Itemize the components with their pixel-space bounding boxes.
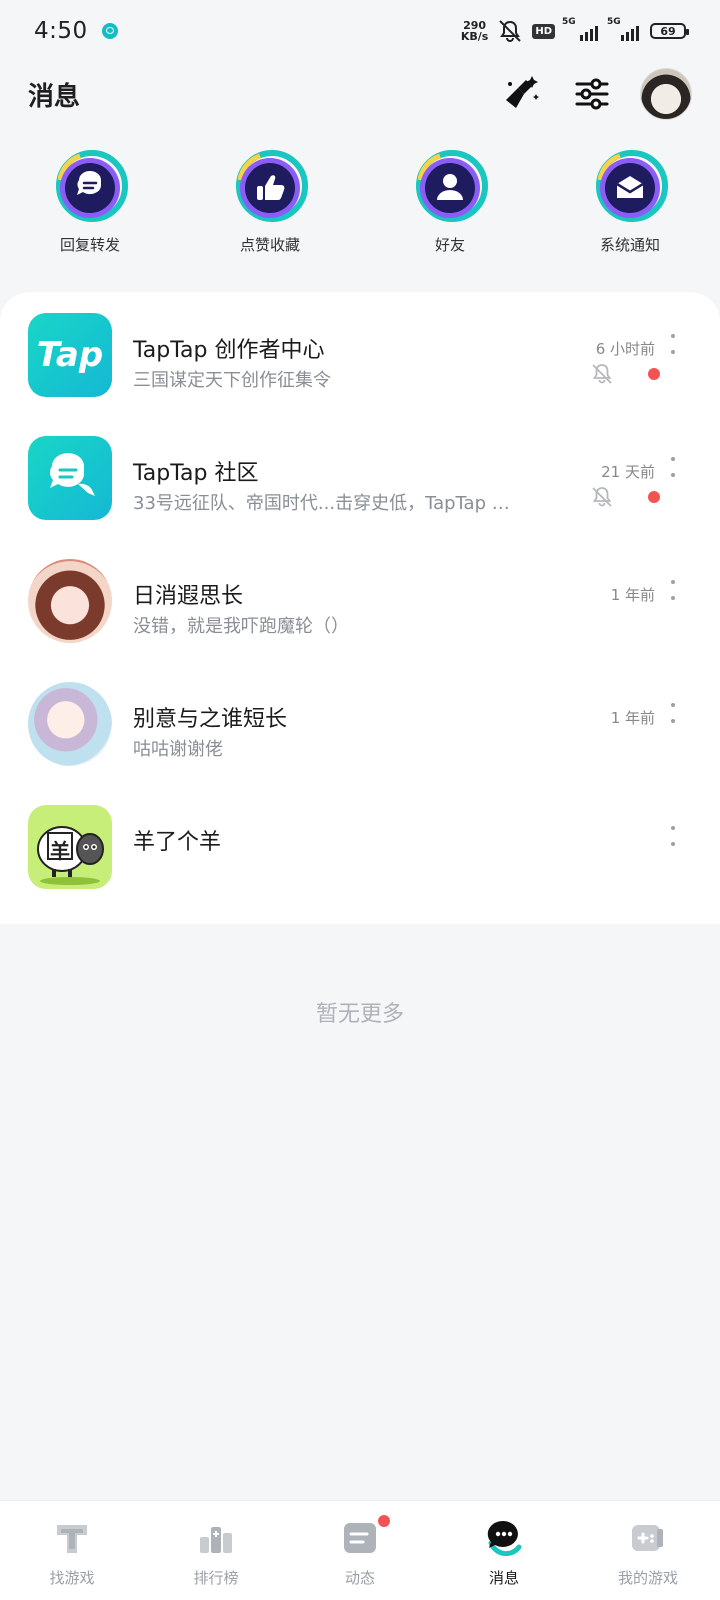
shortcut-system-notifications[interactable]: 系统通知 xyxy=(540,150,720,270)
net-speed: 290 KB/s xyxy=(461,20,488,42)
no-more-text: 暂无更多 xyxy=(315,1002,404,1027)
shortcut-friends[interactable]: 好友 xyxy=(360,150,540,270)
conversation-name: 日消遐思长 xyxy=(133,584,244,609)
user-avatar-anime-illustration xyxy=(28,682,112,766)
shortcut-label: 点赞收藏 xyxy=(239,236,300,254)
more-options-icon[interactable] xyxy=(670,580,676,600)
conversation-time: 21 天前 xyxy=(601,463,655,481)
conversation-preview: 没错，就是我吓跑魔轮（） xyxy=(133,616,349,637)
tab-find-games[interactable]: 找游戏 xyxy=(0,1501,144,1600)
hd-indicator: HD xyxy=(532,23,555,39)
conversation-name: 羊了个羊 xyxy=(133,830,222,855)
notification-badge xyxy=(376,1513,392,1529)
shortcut-row: 回复转发 点赞收藏 好友 系统通知 xyxy=(0,150,720,270)
conversation-list: Tap TapTap 创作者中心 三国谋定天下创作征集令 6 小时前 TapTa… xyxy=(0,292,720,924)
page-title: 消息 xyxy=(28,81,81,112)
muted-bell-icon xyxy=(592,364,612,384)
thumbs-up-icon xyxy=(236,150,308,222)
filter-settings-button[interactable] xyxy=(570,72,614,116)
broom-sparkle-icon xyxy=(506,76,539,108)
conversation-name: 别意与之谁短长 xyxy=(133,707,288,732)
shortcut-label: 好友 xyxy=(434,236,465,254)
unread-dot xyxy=(648,368,660,380)
feed-icon xyxy=(344,1523,376,1553)
sheep-icon xyxy=(37,826,104,885)
user-avatar-anime-girl xyxy=(28,559,112,643)
status-left: 4:50 xyxy=(34,18,118,44)
nav-label: 排行榜 xyxy=(193,1569,239,1587)
find-games-icon xyxy=(57,1525,87,1553)
conversation-time: 6 小时前 xyxy=(595,340,655,358)
battery-level: 69 xyxy=(660,24,676,38)
mute-bell-icon xyxy=(499,20,522,42)
status-right: 290 KB/s HD 5G 5G 69 xyxy=(461,17,689,43)
user-avatar[interactable] xyxy=(640,68,692,120)
mail-icon xyxy=(596,150,668,222)
battery-icon: 69 xyxy=(650,23,689,39)
clear-unread-button[interactable] xyxy=(500,72,544,116)
signal-2-icon: 5G xyxy=(607,17,641,41)
muted-bell-icon xyxy=(592,487,612,507)
app-notification-icon xyxy=(101,23,118,39)
person-icon xyxy=(416,150,488,222)
shortcut-label: 回复转发 xyxy=(59,236,120,254)
conversation-preview: 三国谋定天下创作征集令 xyxy=(133,370,331,391)
shortcut-likes-favorites[interactable]: 点赞收藏 xyxy=(180,150,360,270)
sliders-icon xyxy=(575,78,609,110)
messages-icon xyxy=(487,1520,522,1557)
sheep-game-avatar: 羊 xyxy=(28,805,112,889)
conversation-preview: 咕咕谢谢佬 xyxy=(133,739,223,760)
chat-logo-icon xyxy=(49,453,95,496)
conversation-name: TapTap 创作者中心 xyxy=(133,338,325,363)
more-options-icon[interactable] xyxy=(670,826,676,846)
ranking-icon xyxy=(200,1527,232,1553)
shortcut-replies-forwards[interactable]: 回复转发 xyxy=(0,150,180,270)
conversation-item[interactable]: 日消遐思长 没错，就是我吓跑魔轮（） 1 年前 xyxy=(0,538,720,662)
nav-label: 消息 xyxy=(488,1569,519,1587)
conversation-item[interactable]: 别意与之谁短长 咕咕谢谢佬 1 年前 xyxy=(0,661,720,785)
more-options-icon[interactable] xyxy=(670,457,676,477)
taptap-community-avatar xyxy=(28,436,112,520)
tab-feed[interactable]: 动态 xyxy=(288,1501,432,1600)
net-speed-unit: KB/s xyxy=(460,30,489,43)
taptap-creator-avatar: Tap xyxy=(28,313,112,397)
bottom-nav: 找游戏 排行榜 动态 消息 我的游戏 xyxy=(0,1500,720,1600)
signal-2-label: 5G xyxy=(607,17,621,27)
conversation-preview: 33号远征队、帝国时代...击穿史低，TapTap … xyxy=(133,493,510,514)
shortcut-label: 系统通知 xyxy=(599,236,660,254)
status-bar: 4:50 290 KB/s HD 5G 5G 69 xyxy=(0,0,720,62)
signal-1-label: 5G xyxy=(562,17,576,27)
more-options-icon[interactable] xyxy=(670,334,676,354)
chat-bubble-icon xyxy=(56,150,128,222)
tab-my-games[interactable]: 我的游戏 xyxy=(576,1501,720,1600)
nav-label: 动态 xyxy=(344,1569,375,1587)
header: 消息 xyxy=(0,62,720,126)
conversation-name: TapTap 社区 xyxy=(133,461,259,486)
signal-1-icon: 5G xyxy=(562,17,600,41)
conversation-time: 1 年前 xyxy=(610,586,655,604)
avatar-logo-text: Tap xyxy=(36,335,104,375)
nav-label: 我的游戏 xyxy=(617,1569,678,1587)
conversation-item[interactable]: 羊 羊了个羊 xyxy=(0,784,720,908)
tab-messages[interactable]: 消息 xyxy=(432,1501,576,1600)
sheep-sign-text: 羊 xyxy=(50,839,70,863)
status-time: 4:50 xyxy=(34,18,88,44)
my-games-icon xyxy=(632,1525,663,1551)
more-options-icon[interactable] xyxy=(670,703,676,723)
nav-label: 找游戏 xyxy=(49,1569,95,1587)
conversation-item[interactable]: TapTap 社区 33号远征队、帝国时代...击穿史低，TapTap … 21… xyxy=(0,415,720,539)
conversation-time: 1 年前 xyxy=(610,709,655,727)
tab-ranking[interactable]: 排行榜 xyxy=(144,1501,288,1600)
unread-dot xyxy=(648,491,660,503)
conversation-item[interactable]: Tap TapTap 创作者中心 三国谋定天下创作征集令 6 小时前 xyxy=(0,292,720,416)
